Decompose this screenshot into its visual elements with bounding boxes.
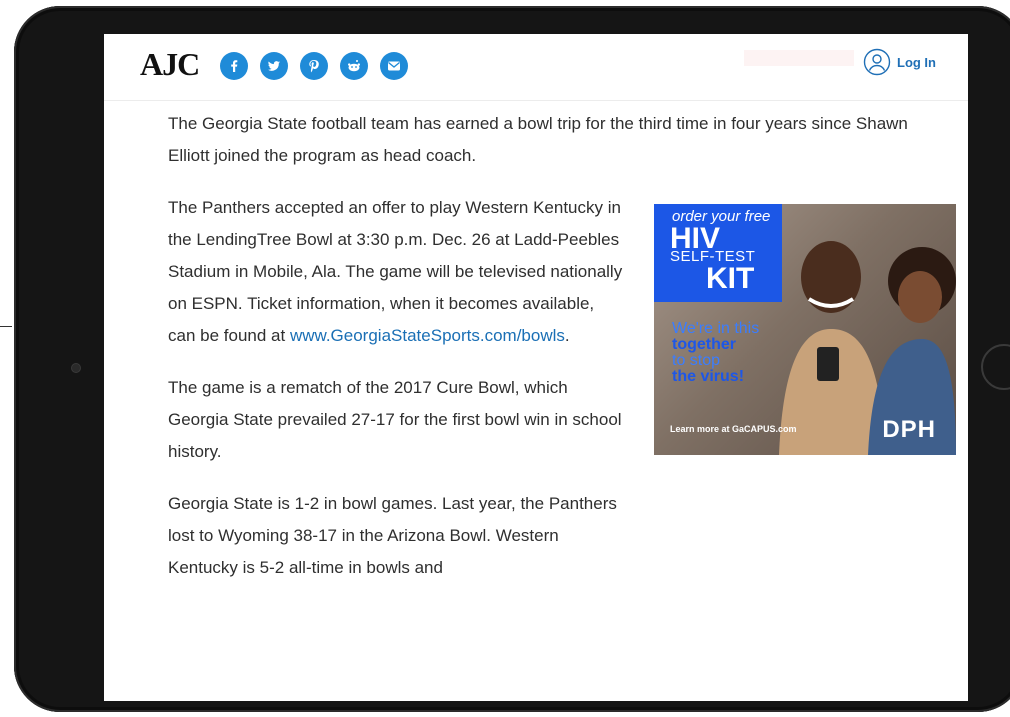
pinterest-icon[interactable] xyxy=(300,52,328,80)
ad-learn-more-link[interactable]: Learn more at GaCAPUS.com xyxy=(670,424,797,434)
paragraph-2-end: . xyxy=(564,326,570,345)
reddit-icon[interactable] xyxy=(340,52,368,80)
ad-tagline-4: the virus! xyxy=(672,368,745,385)
article-paragraph-1: The Georgia State football team has earn… xyxy=(168,114,908,165)
login-button[interactable]: Log In xyxy=(863,48,936,76)
login-label: Log In xyxy=(897,54,936,70)
top-bar: AJC Log In xyxy=(104,34,968,101)
ad-line-4: KIT xyxy=(706,262,755,295)
home-button[interactable] xyxy=(981,344,1010,390)
header-ad-strip xyxy=(744,50,854,66)
article-paragraph-3: The game is a rematch of the 2017 Cure B… xyxy=(168,378,622,461)
email-icon[interactable] xyxy=(380,52,408,80)
hiv-self-test-ad[interactable]: order your free HIV SELF-TEST KIT We're … xyxy=(654,204,956,455)
ajc-logo[interactable]: AJC xyxy=(140,46,200,83)
screen: AJC Log In The Georgia State football te… xyxy=(104,34,968,701)
article-paragraph-4: Georgia State is 1-2 in bowl games. Last… xyxy=(168,494,617,577)
article-paragraph-2: The Panthers accepted an offer to play W… xyxy=(168,192,623,352)
paragraph-2-text: The Panthers accepted an offer to play W… xyxy=(168,198,623,345)
facebook-icon[interactable] xyxy=(220,52,248,80)
user-avatar-icon xyxy=(863,48,891,76)
social-share-bar xyxy=(220,52,408,80)
dph-logo: DPH xyxy=(882,416,936,443)
camera xyxy=(72,364,80,372)
georgia-state-sports-link[interactable]: www.GeorgiaStateSports.com/bowls xyxy=(290,326,565,345)
twitter-icon[interactable] xyxy=(260,52,288,80)
stray-line xyxy=(0,326,12,327)
tablet-frame: AJC Log In The Georgia State football te… xyxy=(14,6,1010,712)
